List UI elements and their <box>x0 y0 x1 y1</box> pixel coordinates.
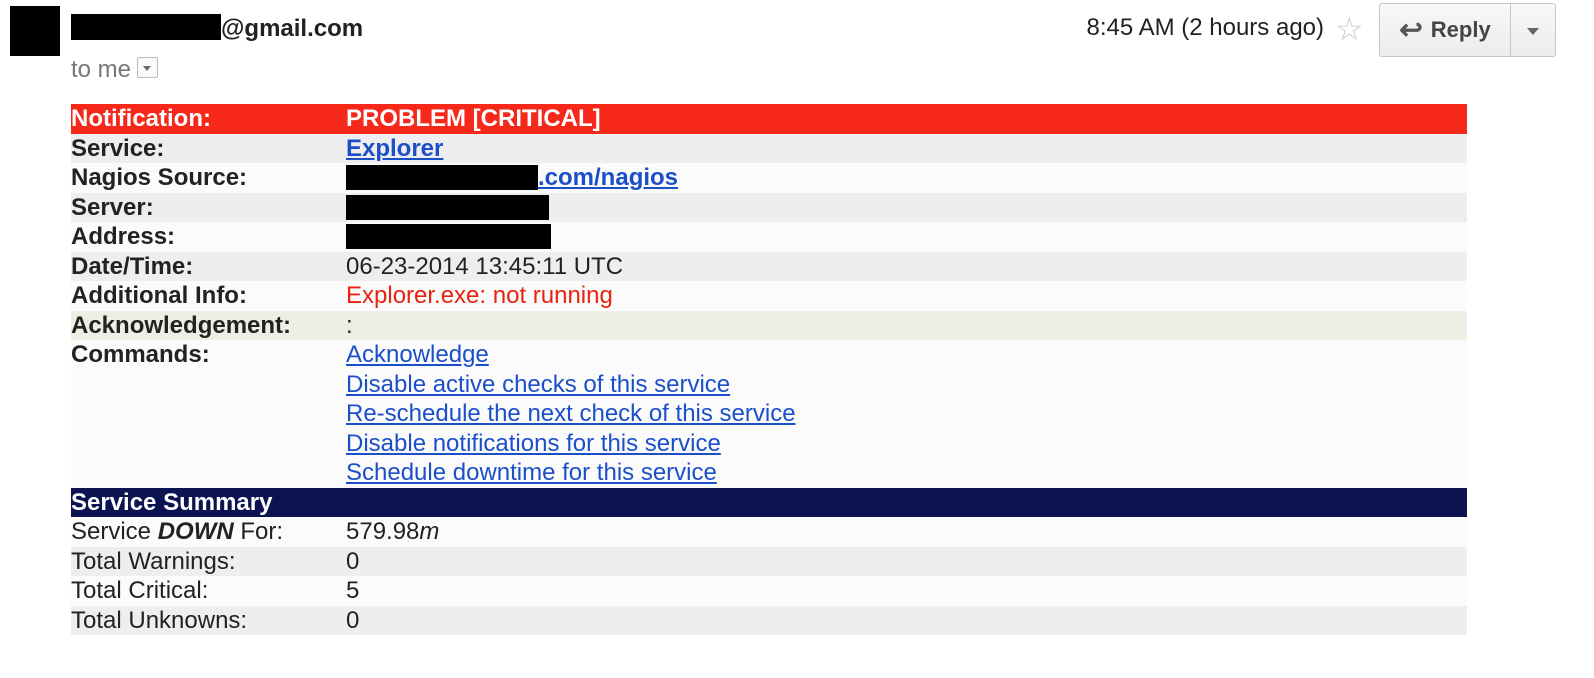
service-down-suffix: For: <box>233 518 284 545</box>
star-icon[interactable]: ☆ <box>1335 11 1364 47</box>
disable-active-checks-link[interactable]: Disable active checks of this service <box>346 370 1467 400</box>
total-warnings-label: Total Warnings: <box>71 546 346 576</box>
total-critical-row: Total Critical: 5 <box>71 576 1467 606</box>
datetime-label: Date/Time: <box>71 251 346 281</box>
total-warnings-row: Total Warnings: 0 <box>71 546 1467 576</box>
notification-label: Notification: <box>71 104 346 134</box>
down-duration-unit: m <box>419 518 440 545</box>
acknowledgement-value: : <box>346 310 1467 340</box>
total-critical-label: Total Critical: <box>71 576 346 606</box>
commands-label: Commands: <box>71 340 346 488</box>
nagios-notification-table: Notification: PROBLEM [CRITICAL] Service… <box>71 104 1467 635</box>
acknowledgement-label: Acknowledgement: <box>71 310 346 340</box>
service-summary-header: Service Summary <box>71 487 1467 517</box>
total-unknowns-row: Total Unknowns: 0 <box>71 605 1467 635</box>
nagios-source-row: Nagios Source: .com/nagios <box>71 163 1467 193</box>
datetime-row: Date/Time: 06-23-2014 13:45:11 UTC <box>71 251 1467 281</box>
redacted-block <box>346 165 538 190</box>
commands-list: Acknowledge Disable active checks of thi… <box>346 340 1467 488</box>
reschedule-check-link[interactable]: Re-schedule the next check of this servi… <box>346 399 1467 429</box>
show-details-dropdown-icon[interactable] <box>137 57 159 78</box>
additional-info-label: Additional Info: <box>71 281 346 311</box>
sender-email[interactable]: @gmail.com <box>71 14 363 43</box>
down-duration-number: 579.98 <box>346 518 420 545</box>
acknowledge-link[interactable]: Acknowledge <box>346 340 1467 370</box>
service-down-prefix: Service <box>71 518 158 545</box>
nagios-source-url-suffix: .com/nagios <box>538 164 679 191</box>
sender-email-domain: @gmail.com <box>221 15 364 42</box>
service-summary-title: Service Summary <box>71 487 1467 517</box>
service-down-value: 579.98m <box>346 517 1467 547</box>
total-unknowns-value: 0 <box>346 605 1467 635</box>
address-label: Address: <box>71 222 346 252</box>
additional-info-value: Explorer.exe: not running <box>346 281 1467 311</box>
nagios-source-link[interactable]: .com/nagios <box>346 164 678 191</box>
reply-label: Reply <box>1430 17 1491 42</box>
acknowledgement-row: Acknowledgement: : <box>71 310 1467 340</box>
redacted-block <box>346 224 551 249</box>
redacted-block <box>71 14 221 40</box>
sender-avatar <box>10 6 60 56</box>
server-label: Server: <box>71 192 346 222</box>
service-down-label: Service DOWN For: <box>71 517 346 547</box>
nagios-source-label: Nagios Source: <box>71 163 346 193</box>
service-down-row: Service DOWN For: 579.98m <box>71 517 1467 547</box>
recipients-line: to me <box>71 56 159 84</box>
commands-row: Commands: Acknowledge Disable active che… <box>71 340 1467 488</box>
reply-arrow-icon: ↩ <box>1399 14 1423 45</box>
service-link[interactable]: Explorer <box>346 135 443 162</box>
additional-info-row: Additional Info: Explorer.exe: not runni… <box>71 281 1467 311</box>
datetime-value: 06-23-2014 13:45:11 UTC <box>346 251 1467 281</box>
down-word: DOWN <box>157 518 234 545</box>
message-timestamp: 8:45 AM (2 hours ago) <box>1086 14 1324 41</box>
schedule-downtime-link[interactable]: Schedule downtime for this service <box>346 458 1467 488</box>
notification-value: PROBLEM [CRITICAL] <box>346 104 1467 134</box>
to-me-label: to me <box>71 56 132 83</box>
notification-row: Notification: PROBLEM [CRITICAL] <box>71 104 1467 134</box>
disable-notifications-link[interactable]: Disable notifications for this service <box>346 429 1467 459</box>
server-row: Server: <box>71 192 1467 222</box>
total-unknowns-label: Total Unknowns: <box>71 605 346 635</box>
redacted-block <box>346 194 549 220</box>
total-warnings-value: 0 <box>346 546 1467 576</box>
service-row: Service: Explorer <box>71 133 1467 163</box>
total-critical-value: 5 <box>346 576 1467 606</box>
address-row: Address: <box>71 222 1467 252</box>
more-actions-dropdown-icon[interactable] <box>1510 3 1556 57</box>
reply-button[interactable]: ↩ Reply <box>1379 3 1511 57</box>
service-label: Service: <box>71 133 346 163</box>
